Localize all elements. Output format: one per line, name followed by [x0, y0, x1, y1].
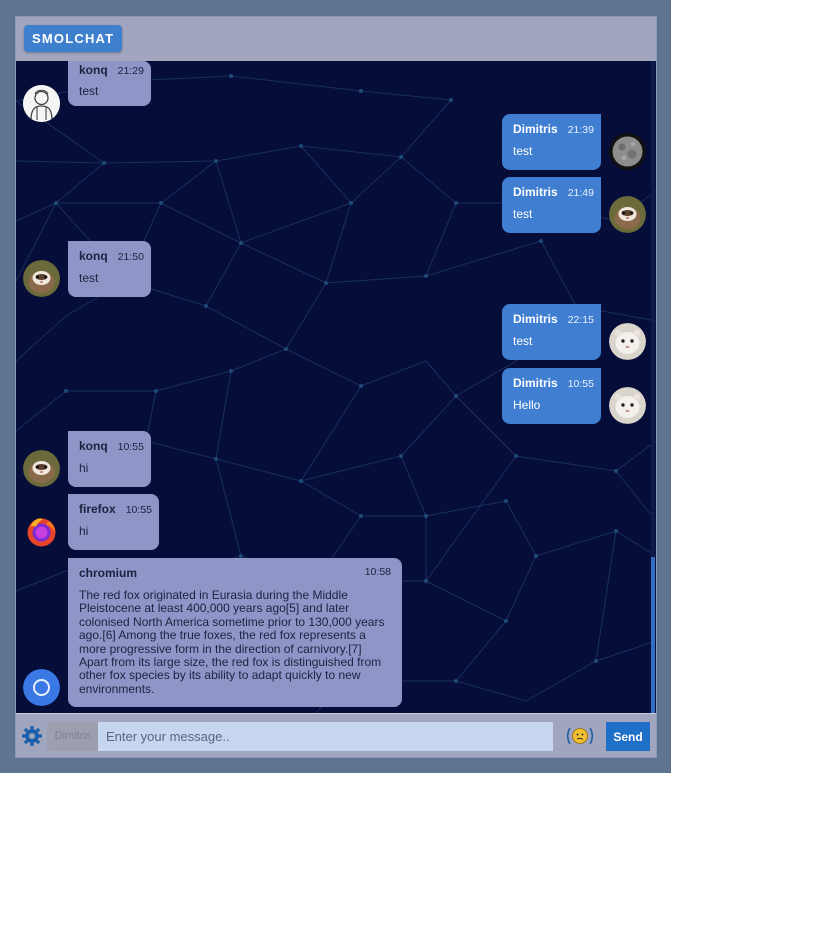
- ferret-photo-icon: [23, 450, 60, 487]
- avatar: [23, 260, 60, 297]
- message-time: 21:49: [567, 187, 594, 199]
- message-bubble: chromium 10:58 The red fox originated in …: [68, 558, 402, 707]
- avatar: [23, 85, 60, 122]
- avatar: [609, 323, 646, 360]
- message-bubble: konq 10:55 hi: [68, 431, 151, 487]
- message-text: test: [513, 207, 533, 221]
- message-time: 10:58: [364, 566, 391, 578]
- chat-window: SMOLCHAT konq 21:29 test Dimitris 21:39 …: [15, 16, 657, 758]
- message-bubble: Dimitris 10:55 Hello: [502, 368, 601, 424]
- message-bubble: Dimitris 21:49 test: [502, 177, 601, 233]
- scrollbar-thumb[interactable]: [651, 557, 655, 713]
- avatar: [609, 196, 646, 233]
- message-header: Dimitris 21:39: [513, 122, 594, 136]
- emoji-picker-icon[interactable]: [566, 725, 594, 747]
- message-bubble: Dimitris 22:15 test: [502, 304, 601, 360]
- message-header: Dimitris 21:49: [513, 185, 594, 199]
- sender-name: Dimitris: [513, 185, 558, 199]
- avatar: [609, 387, 646, 424]
- message-text: test: [513, 144, 533, 158]
- message-header: konq 21:29: [79, 63, 144, 77]
- message-time: 10:55: [117, 441, 144, 453]
- ferret-photo-icon: [23, 260, 60, 297]
- message-header: Dimitris 22:15: [513, 312, 594, 326]
- message-time: 21:50: [117, 251, 144, 263]
- send-button[interactable]: Send: [606, 722, 650, 751]
- gear-icon[interactable]: [21, 725, 43, 747]
- message-time: 21:29: [117, 65, 144, 77]
- firefox-icon: [27, 518, 56, 547]
- message-text: test: [79, 84, 99, 98]
- message-text: The red fox originated in Eurasia during…: [79, 588, 385, 696]
- moon-icon: [609, 133, 646, 170]
- sender-name: chromium: [79, 566, 138, 580]
- composer-bar: Dimitris Send: [16, 713, 656, 757]
- message-text: test: [513, 334, 533, 348]
- message-bubble: konq 21:29 test: [68, 61, 151, 106]
- message-text: hi: [79, 524, 89, 538]
- username-field[interactable]: Dimitris: [47, 722, 99, 751]
- sender-name: Dimitris: [513, 312, 558, 326]
- message-header: konq 10:55: [79, 439, 144, 453]
- avatar: [23, 450, 60, 487]
- message-time: 21:39: [567, 124, 594, 136]
- message-time: 10:55: [125, 504, 152, 516]
- white-ferret-icon: [609, 387, 646, 424]
- message-bubble: Dimitris 21:39 test: [502, 114, 601, 170]
- white-ferret-icon: [609, 323, 646, 360]
- message-list[interactable]: konq 21:29 test Dimitris 21:39 test Dimitr…: [16, 61, 656, 713]
- sender-name: Dimitris: [513, 122, 558, 136]
- ferret-photo-icon: [609, 196, 646, 233]
- message-text: Hello: [513, 398, 541, 412]
- avatar: [23, 669, 60, 706]
- message-text: test: [79, 271, 99, 285]
- message-bubble: konq 21:50 test: [68, 241, 151, 297]
- message-header: firefox 10:55: [79, 502, 152, 516]
- avatar: [609, 133, 646, 170]
- message-header: chromium 10:58: [79, 566, 391, 580]
- sender-name: firefox: [79, 502, 116, 516]
- message-time: 10:55: [567, 378, 594, 390]
- brand-logo[interactable]: SMOLCHAT: [24, 25, 123, 52]
- message-bubble: firefox 10:55 hi: [68, 494, 159, 550]
- message-text: hi: [79, 461, 89, 475]
- chromium-icon: [23, 669, 60, 706]
- message-header: Dimitris 10:55: [513, 376, 594, 390]
- sender-name: konq: [79, 249, 108, 263]
- sender-name: Dimitris: [513, 376, 558, 390]
- person-outline-icon: [23, 85, 60, 122]
- avatar: [23, 513, 60, 550]
- message-input[interactable]: [98, 722, 553, 751]
- message-header: konq 21:50: [79, 249, 144, 263]
- message-time: 22:15: [567, 314, 594, 326]
- sender-name: konq: [79, 439, 108, 453]
- header-bar: SMOLCHAT: [16, 17, 656, 62]
- sender-name: konq: [79, 63, 108, 77]
